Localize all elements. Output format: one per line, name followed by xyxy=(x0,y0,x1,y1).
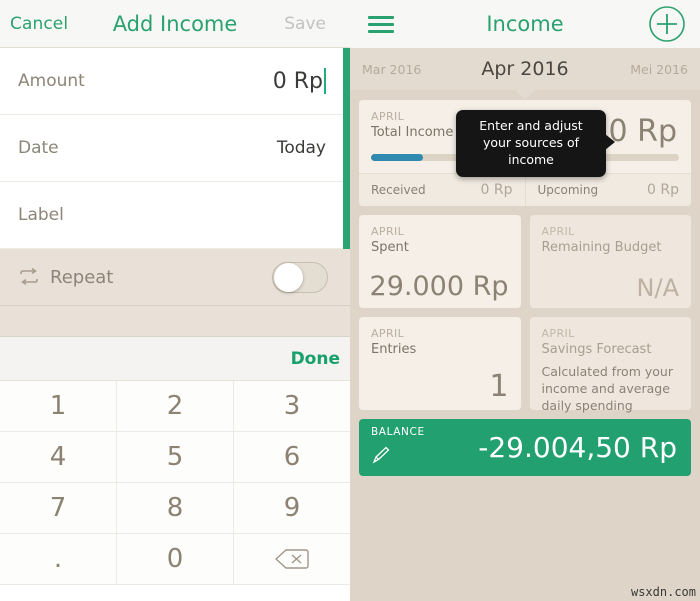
balance-label: BALANCE xyxy=(371,426,425,438)
balance-bar[interactable]: BALANCE -29.004,50 Rp xyxy=(359,419,691,476)
month-current[interactable]: Apr 2016 xyxy=(350,58,700,80)
tooltip-arrow-icon xyxy=(605,134,615,150)
key-decimal[interactable]: . xyxy=(0,534,117,585)
repeat-toggle[interactable] xyxy=(272,261,328,293)
key-0[interactable]: 0 xyxy=(117,534,234,585)
repeat-icon xyxy=(18,268,40,286)
entries-title: Entries xyxy=(371,342,417,357)
entries-value: 1 xyxy=(489,369,509,404)
repeat-toggle-knob xyxy=(274,262,303,292)
form-row-repeat[interactable]: Repeat xyxy=(0,249,350,306)
form-bottom-spacer xyxy=(0,306,350,336)
income-overview-pane: Income Mar 2016 Apr 2016 Mei 2016 APRIL … xyxy=(350,0,700,601)
spent-month: APRIL xyxy=(371,225,405,238)
received-cell[interactable]: Received 0 Rp xyxy=(359,174,526,206)
entries-card[interactable]: APRIL Entries 1 xyxy=(359,317,521,410)
key-5[interactable]: 5 xyxy=(117,432,234,483)
save-button[interactable]: Save xyxy=(284,14,326,34)
add-income-pane: Cancel Add Income Save Amount 0 Rp Date … xyxy=(0,0,350,601)
plus-circle-icon[interactable] xyxy=(648,5,686,43)
cards-row-1: APRIL Spent 29.000 Rp APRIL Remaining Bu… xyxy=(359,215,691,308)
key-6[interactable]: 6 xyxy=(234,432,350,483)
cards-row-2: APRIL Entries 1 APRIL Savings Forecast C… xyxy=(359,317,691,413)
done-button[interactable]: Done xyxy=(291,349,340,369)
received-value: 0 Rp xyxy=(480,182,513,198)
app-root: Cancel Add Income Save Amount 0 Rp Date … xyxy=(0,0,700,601)
key-2[interactable]: 2 xyxy=(117,381,234,432)
date-label: Date xyxy=(18,138,59,158)
form-row-date[interactable]: Date Today xyxy=(0,115,350,182)
remaining-title: Remaining Budget xyxy=(541,240,662,255)
text-caret xyxy=(324,68,326,94)
month-strip-notch xyxy=(515,90,535,99)
key-9[interactable]: 9 xyxy=(234,483,350,534)
onboarding-tooltip[interactable]: Enter and adjust your sources of income xyxy=(456,110,615,177)
entries-month: APRIL xyxy=(371,327,405,340)
received-label: Received xyxy=(371,183,426,197)
key-8[interactable]: 8 xyxy=(117,483,234,534)
keyboard-accessory-bar: Done xyxy=(0,336,350,381)
key-4[interactable]: 4 xyxy=(0,432,117,483)
tooltip-text: Enter and adjust your sources of income xyxy=(479,118,583,167)
upcoming-cell[interactable]: Upcoming 0 Rp xyxy=(526,174,692,206)
income-subrow: Received 0 Rp Upcoming 0 Rp xyxy=(359,173,691,206)
month-selector: Mar 2016 Apr 2016 Mei 2016 xyxy=(350,48,700,99)
date-value[interactable]: Today xyxy=(277,138,326,158)
income-form: Amount 0 Rp Date Today Label xyxy=(0,48,350,249)
income-navbar: Income xyxy=(350,0,700,48)
forecast-month: APRIL xyxy=(541,327,575,340)
forecast-description: Calculated from your income and average … xyxy=(541,364,673,413)
pencil-icon[interactable] xyxy=(371,445,391,469)
key-1[interactable]: 1 xyxy=(0,381,117,432)
watermark: wsxdn.com xyxy=(630,585,696,599)
upcoming-value: 0 Rp xyxy=(647,182,679,198)
remaining-month: APRIL xyxy=(541,225,575,238)
remaining-value: N/A xyxy=(636,274,679,302)
savings-forecast-card[interactable]: APRIL Savings Forecast Calculated from y… xyxy=(529,317,691,413)
active-field-accent-bar xyxy=(343,48,350,249)
spent-value: 29.000 Rp xyxy=(369,271,509,302)
key-3[interactable]: 3 xyxy=(234,381,350,432)
remaining-budget-card[interactable]: APRIL Remaining Budget N/A xyxy=(529,215,691,308)
income-progress-fill xyxy=(371,154,424,161)
spent-card[interactable]: APRIL Spent 29.000 Rp xyxy=(359,215,521,308)
amount-label: Amount xyxy=(18,71,85,91)
label-label: Label xyxy=(18,205,64,225)
total-income-amount: 0 Rp xyxy=(608,114,677,149)
form-row-label[interactable]: Label xyxy=(0,182,350,249)
add-income-navbar: Cancel Add Income Save xyxy=(0,0,350,48)
numeric-keypad: 1 2 3 4 5 6 7 8 9 . 0 xyxy=(0,381,350,585)
amount-input-text: 0 Rp xyxy=(272,68,323,94)
key-7[interactable]: 7 xyxy=(0,483,117,534)
repeat-label: Repeat xyxy=(50,266,114,288)
upcoming-label: Upcoming xyxy=(537,183,599,197)
amount-value[interactable]: 0 Rp xyxy=(273,68,326,94)
forecast-title: Savings Forecast xyxy=(541,342,652,357)
form-row-amount[interactable]: Amount 0 Rp xyxy=(0,48,350,115)
spent-title: Spent xyxy=(371,240,409,255)
backspace-icon[interactable] xyxy=(234,534,350,585)
